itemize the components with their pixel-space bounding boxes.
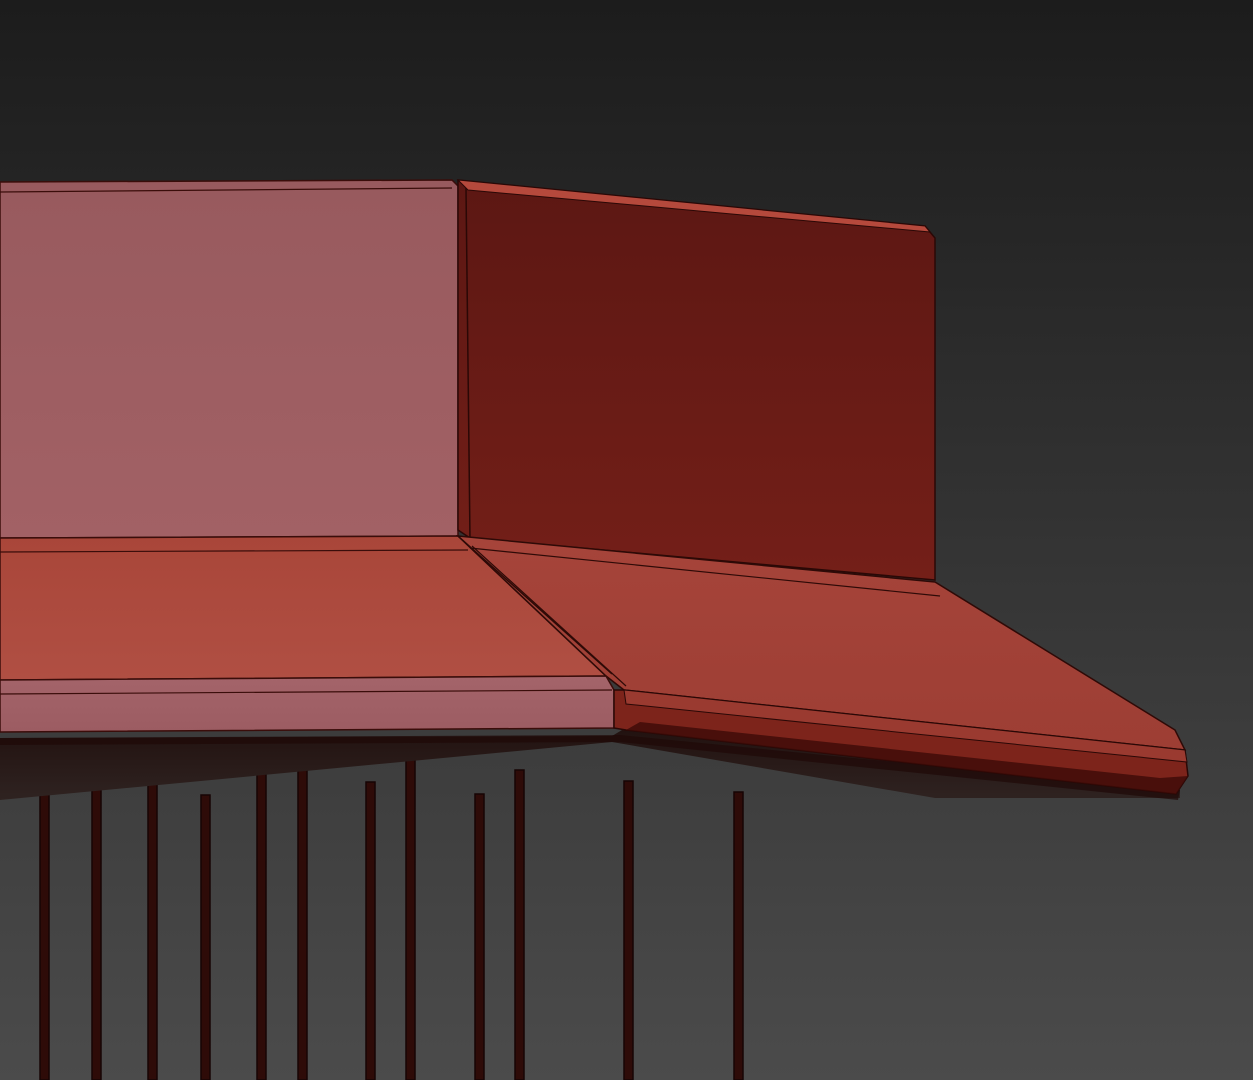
backrest-side-wing — [457, 179, 936, 581]
bench-leg — [200, 794, 211, 1080]
bench-leg — [147, 759, 158, 1080]
bench-leg — [365, 781, 376, 1080]
bench-leg — [474, 793, 485, 1080]
bench-leg — [39, 747, 50, 1080]
bench-leg — [733, 791, 744, 1080]
bench-leg — [623, 780, 634, 1080]
bench-leg — [91, 783, 102, 1080]
backrest-front-face — [0, 179, 459, 539]
bench-leg — [297, 747, 308, 1080]
bench-leg — [256, 770, 267, 1080]
bench-leg — [514, 769, 525, 1080]
bench-leg — [405, 758, 416, 1080]
seat-front-lip-left — [0, 675, 615, 733]
viewport-canvas[interactable] — [0, 0, 1253, 1080]
3d-viewport[interactable] — [0, 0, 1253, 1080]
